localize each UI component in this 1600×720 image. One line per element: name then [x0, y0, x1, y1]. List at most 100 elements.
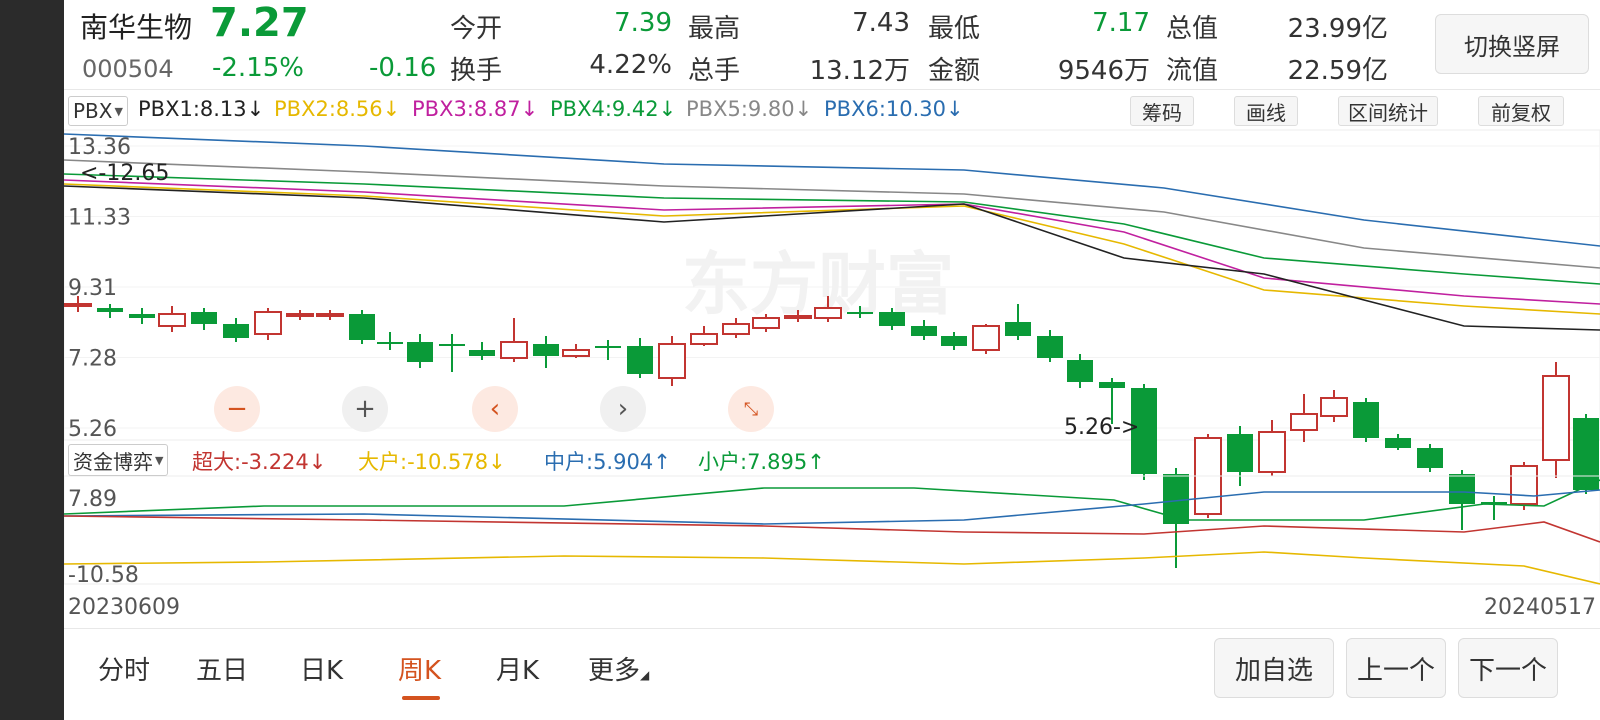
candle-body-up	[500, 341, 528, 359]
collapse-button[interactable]: ⤡	[728, 386, 774, 432]
active-tab-indicator	[402, 696, 440, 700]
pbx2-value: PBX2:8.56↓	[274, 97, 401, 121]
candle-body-up	[562, 349, 590, 357]
pbx3-value: PBX3:8.87↓	[412, 97, 539, 121]
next-stock-button[interactable]: 下一个	[1458, 638, 1558, 698]
candle-body-down	[223, 324, 249, 338]
volume-value: 13.12万	[809, 56, 910, 86]
candle-body-up	[972, 325, 1000, 351]
kline-chart[interactable]: 东方财富 13.3611.339.317.285.26 <-12.65 5.26…	[64, 128, 1600, 618]
candle-body-up	[158, 313, 186, 327]
add-watchlist-button[interactable]: 加自选	[1214, 638, 1334, 698]
indicator-select-label: PBX	[73, 99, 113, 123]
dropdown-triangle-icon: ▼	[114, 104, 123, 118]
forward-adjust-button[interactable]: 前复权	[1478, 96, 1564, 126]
previous-stock-button[interactable]: 上一个	[1346, 638, 1446, 698]
candle-body-up	[814, 307, 842, 319]
candle-body-up	[690, 333, 718, 345]
candlesticks	[64, 296, 1599, 568]
super-large-value: 超大:-3.224↓	[192, 450, 327, 474]
candle-body-down	[911, 326, 937, 336]
tab-zhouk[interactable]: 周K	[398, 650, 441, 687]
scroll-left-button[interactable]: ‹	[472, 386, 518, 432]
candle-body-up	[64, 303, 92, 307]
indicator-select[interactable]: PBX ▼	[68, 96, 128, 126]
candle-body-down	[1417, 448, 1443, 468]
pbx1-value: PBX1:8.13↓	[138, 97, 265, 121]
candle-body-down	[847, 312, 873, 314]
y-tick-label: 9.31	[68, 276, 117, 301]
candle-body-down	[627, 346, 653, 374]
y-tick-label: 7.28	[68, 347, 117, 372]
tab-yuek[interactable]: 月K	[496, 650, 539, 687]
plus-icon: +	[354, 394, 376, 424]
medium-value: 中户:5.904↑	[544, 450, 671, 474]
open-value: 7.39	[614, 8, 672, 38]
start-date: 20230609	[68, 595, 180, 618]
candle-body-up	[254, 311, 282, 335]
tab-rik[interactable]: 日K	[300, 650, 343, 687]
candle-body-down	[1353, 402, 1379, 438]
shrink-icon: ⤡	[743, 398, 759, 420]
candle-body-down	[595, 346, 621, 348]
turnover-label: 换手	[450, 56, 503, 86]
candle-body-up	[316, 313, 344, 317]
high-label: 最高	[688, 14, 741, 44]
candle-body-up	[1258, 431, 1286, 473]
max-price-marker: <-12.65	[80, 161, 169, 186]
high-value: 7.43	[852, 8, 910, 38]
stock-price: 7.27	[210, 0, 309, 46]
flow-select-label: 资金博弈	[73, 449, 153, 474]
candle-body-down	[533, 344, 559, 356]
large-value: 大户:-10.578↓	[358, 450, 506, 474]
candle-body-down	[407, 342, 433, 362]
tab-wuri[interactable]: 五日	[196, 650, 248, 687]
zoom-out-button[interactable]: −	[214, 386, 260, 432]
pbx4-value: PBX4:9.42↓	[550, 97, 677, 121]
candle-body-down	[1227, 434, 1253, 472]
zoom-in-button[interactable]: +	[342, 386, 388, 432]
fund-flow-lines	[64, 479, 1600, 585]
candle-body-down	[1385, 438, 1411, 448]
scroll-right-button[interactable]: ›	[600, 386, 646, 432]
candle-body-up	[1320, 397, 1348, 417]
candle-body-down	[191, 312, 217, 324]
candle-body-down	[97, 308, 123, 312]
candle-body-up	[658, 343, 686, 379]
tab-fenshi[interactable]: 分时	[98, 650, 150, 687]
amount-label: 金额	[928, 56, 981, 86]
open-label: 今开	[450, 14, 503, 44]
low-value: 7.17	[1092, 8, 1150, 38]
pbx5-value: PBX5:9.80↓	[686, 97, 813, 121]
low-label: 最低	[928, 14, 981, 44]
candle-body-up	[784, 315, 812, 319]
flow-line-large	[64, 551, 1600, 585]
candle-body-down	[1449, 474, 1475, 504]
candle-body-down	[1163, 474, 1189, 524]
mktcap-value: 23.99亿	[1287, 14, 1388, 44]
candle-body-down	[1037, 336, 1063, 358]
chips-button[interactable]: 筹码	[1130, 96, 1194, 126]
range-stats-button[interactable]: 区间统计	[1338, 96, 1438, 126]
flow-indicator-select[interactable]: 资金博弈 ▼	[68, 444, 169, 476]
candle-body-down	[129, 314, 155, 318]
volume-label: 总手	[688, 56, 741, 86]
mktcap-label: 总值	[1166, 14, 1219, 44]
tab-more[interactable]: 更多◢	[588, 650, 649, 687]
candle-body-up	[1290, 413, 1318, 431]
candle-body-down	[1573, 418, 1599, 490]
corner-triangle-icon: ◢	[640, 668, 650, 682]
stock-code: 000504	[82, 55, 174, 83]
amount-value: 9546万	[1057, 56, 1150, 86]
flow-y-min: -10.58	[68, 563, 139, 588]
candle-body-down	[941, 336, 967, 346]
draw-line-button[interactable]: 画线	[1234, 96, 1298, 126]
candle-body-up	[752, 317, 780, 329]
header-divider	[64, 89, 1600, 90]
switch-portrait-button[interactable]: 切换竖屏	[1435, 14, 1589, 74]
stock-name: 南华生物	[80, 11, 193, 44]
candle-body-down	[1067, 360, 1093, 382]
candle-body-down	[879, 312, 905, 326]
y-tick-label: 5.26	[68, 417, 117, 442]
candle-body-down	[1005, 322, 1031, 336]
